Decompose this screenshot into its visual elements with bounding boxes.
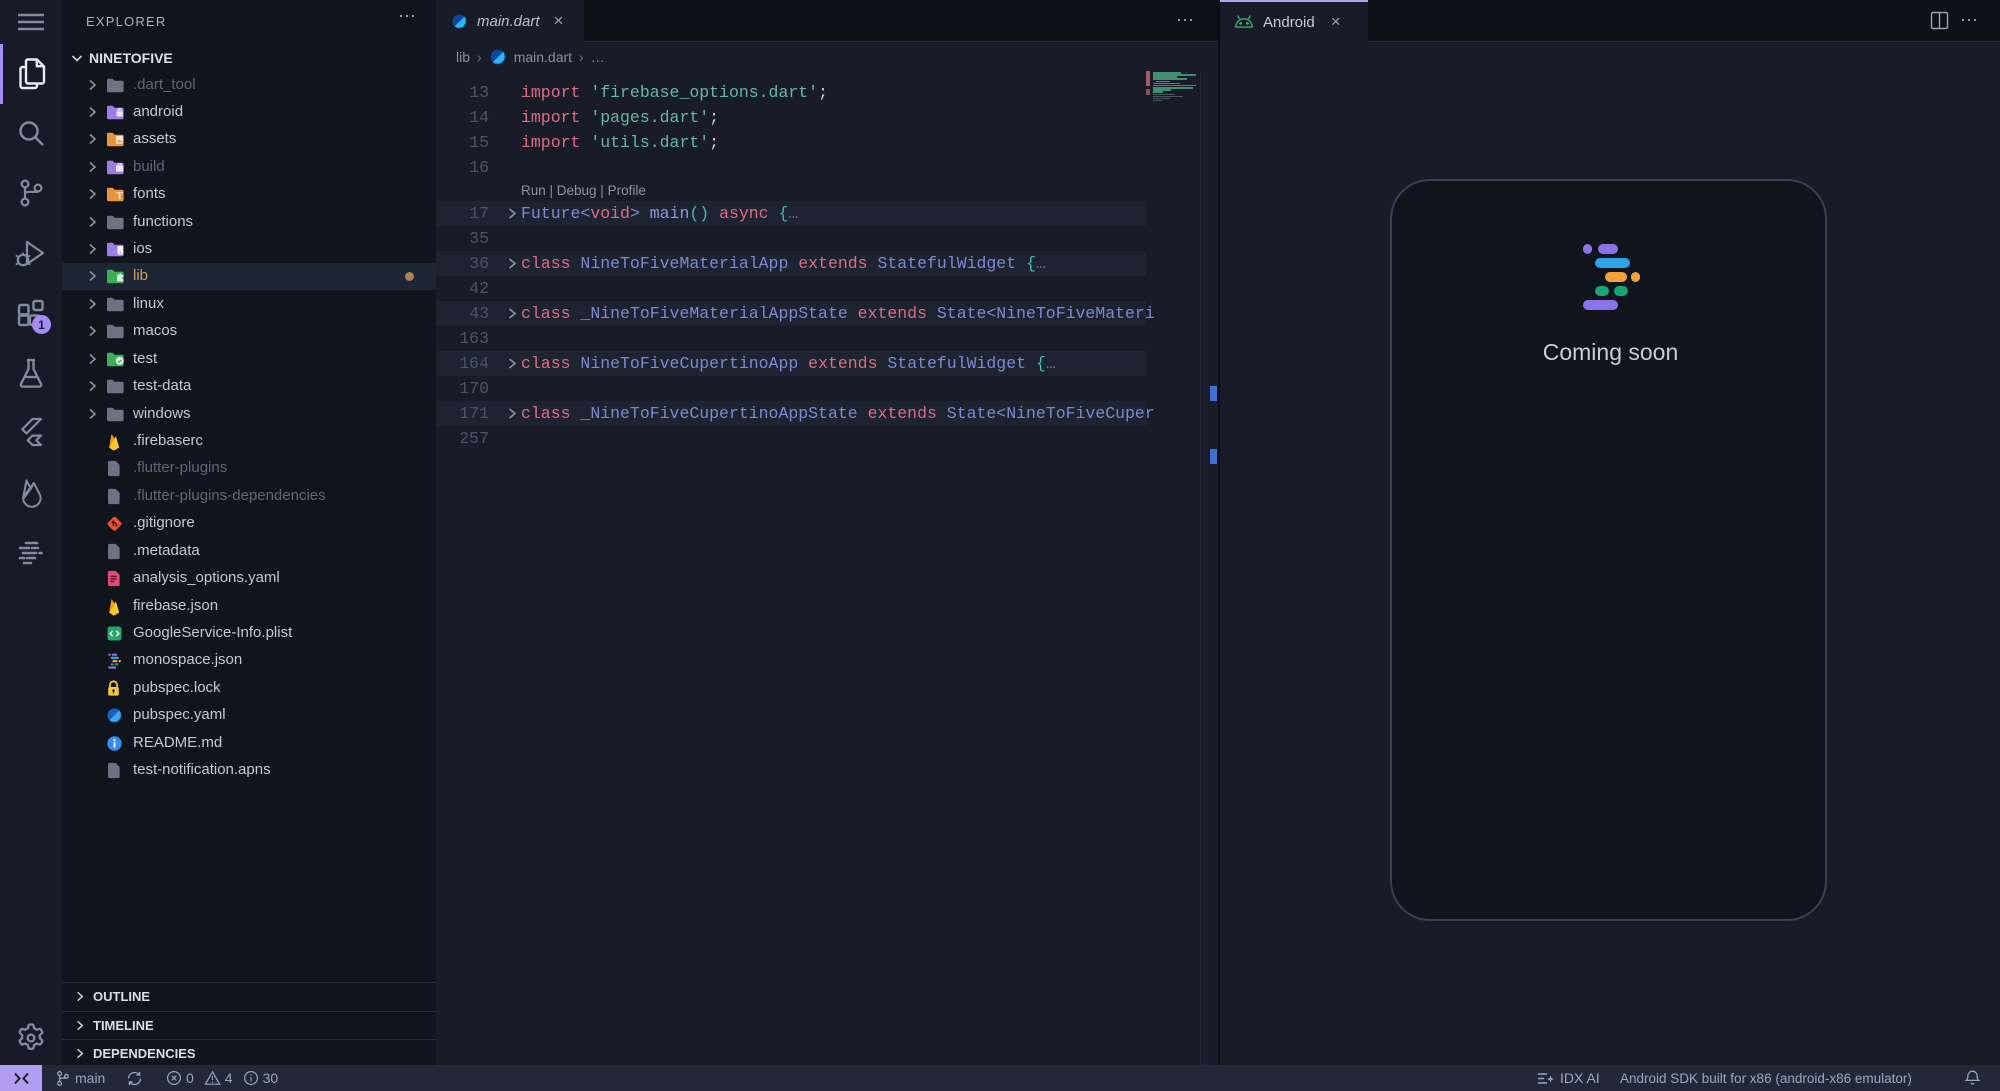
svg-text:T: T <box>117 191 123 201</box>
